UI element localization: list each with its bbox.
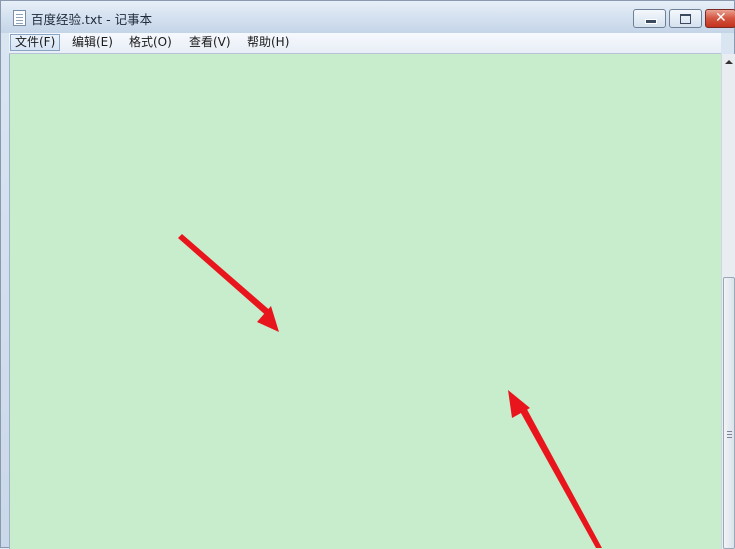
minimize-button[interactable] [633, 9, 666, 28]
scroll-up-button[interactable] [722, 54, 735, 71]
notepad-document-icon[interactable] [13, 10, 26, 26]
maximize-button[interactable] [669, 9, 702, 28]
menu-help[interactable]: 帮助(H) [243, 34, 293, 51]
menu-bar: 文件(F) 编辑(E) 格式(O) 查看(V) 帮助(H) [9, 33, 721, 54]
window-title: 百度经验.txt - 记事本 [31, 12, 153, 27]
menu-view[interactable]: 查看(V) [185, 34, 235, 51]
close-button[interactable]: ✕ [705, 9, 735, 28]
menu-file[interactable]: 文件(F) [10, 34, 61, 51]
notepad-window: 百度经验.txt - 记事本 ✕ 文件(F) 编辑(E) 格式(O) 查看(V)… [0, 0, 735, 549]
scroll-grip-line [727, 437, 732, 438]
menu-edit[interactable]: 编辑(E) [68, 34, 117, 51]
scroll-grip-line [727, 434, 732, 435]
close-icon: ✕ [715, 10, 727, 26]
scroll-grip-line [727, 431, 732, 432]
menu-format[interactable]: 格式(O) [125, 34, 176, 51]
title-bar[interactable]: 百度经验.txt - 记事本 ✕ [1, 1, 735, 33]
text-editor-area[interactable] [9, 54, 721, 549]
scroll-thumb[interactable] [723, 277, 735, 549]
vertical-scrollbar[interactable] [721, 54, 735, 549]
maximize-icon [680, 14, 691, 24]
minimize-icon [645, 19, 657, 24]
